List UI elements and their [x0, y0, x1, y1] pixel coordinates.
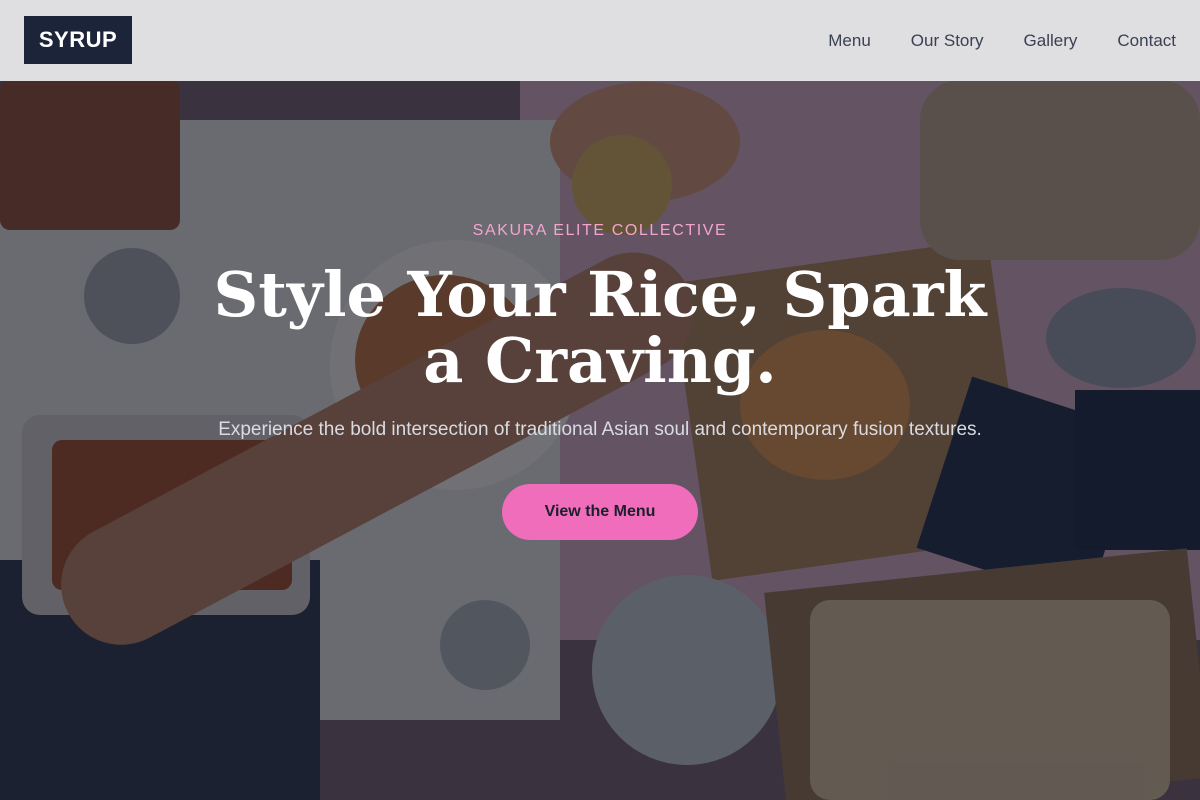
page: SYRUP Menu Our Story Gallery Contact SAK… — [0, 0, 1200, 800]
site-header: SYRUP Menu Our Story Gallery Contact — [0, 0, 1200, 81]
main-nav: Menu Our Story Gallery Contact — [828, 0, 1176, 81]
nav-item-contact[interactable]: Contact — [1117, 31, 1176, 51]
logo[interactable]: SYRUP — [24, 16, 132, 64]
hero-eyebrow: SAKURA ELITE COLLECTIVE — [472, 222, 728, 239]
nav-item-gallery[interactable]: Gallery — [1024, 31, 1078, 51]
hero-headline: Style Your Rice, Spark a Craving. — [213, 258, 987, 397]
hero-subtext: Experience the bold intersection of trad… — [218, 419, 982, 440]
nav-item-our-story[interactable]: Our Story — [911, 31, 984, 51]
hero-content: SAKURA ELITE COLLECTIVE Style Your Rice,… — [150, 218, 1050, 540]
view-menu-button[interactable]: View the Menu — [502, 484, 698, 540]
nav-item-menu[interactable]: Menu — [828, 31, 871, 51]
